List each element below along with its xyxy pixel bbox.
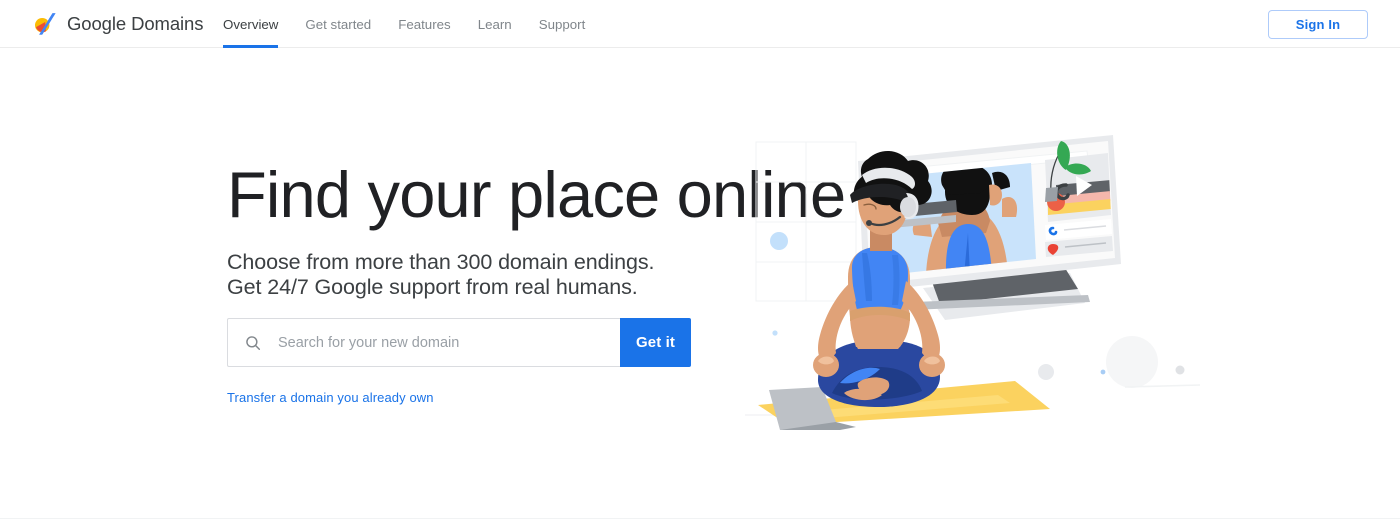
brand-logo-link[interactable]: Google Domains [32,10,204,38]
nav-item-learn[interactable]: Learn [478,0,512,48]
google-domains-logo-icon [32,11,58,37]
hero-copy: Find your place online Choose from more … [227,152,846,299]
nav-item-overview[interactable]: Overview [223,0,279,48]
nav-item-features[interactable]: Features [398,0,450,48]
blue-dot-large [770,232,788,250]
decorative-circle-gray-2 [1175,365,1185,375]
sign-in-label: Sign In [1295,17,1341,32]
get-it-label: Get it [636,334,675,351]
yoga-video-call-illustration [740,125,1200,435]
decorative-circle-pale [1106,336,1158,388]
nav-item-get-started-label: Get started [305,16,372,32]
main-nav: Overview Get started Features Learn Supp… [223,0,612,48]
page-bottom-divider [0,518,1400,519]
domain-search-box[interactable] [227,318,620,367]
site-header: Google Domains Overview Get started Feat… [0,0,1400,48]
background-grid [755,141,857,302]
nav-item-support[interactable]: Support [539,0,586,48]
hero-subtitle-line-2: Get 24/7 Google support from real humans… [227,274,638,299]
page-title: Find your place online [227,158,846,231]
decorative-circle-gray-1 [1038,364,1054,380]
nav-item-overview-label: Overview [223,16,279,32]
get-it-button[interactable]: Get it [620,318,691,367]
search-icon [244,334,262,352]
nav-item-support-label: Support [538,16,586,32]
domain-search-row: Get it [227,318,691,367]
sign-in-button[interactable]: Sign In [1268,10,1368,39]
nav-item-features-label: Features [398,16,451,32]
hero-subtitle: Choose from more than 300 domain endings… [227,250,747,299]
hero-subtitle-line-1: Choose from more than 300 domain endings… [227,250,655,274]
nav-item-get-started[interactable]: Get started [305,0,371,48]
page-root: Google Domains Overview Get started Feat… [0,0,1400,528]
transfer-domain-link[interactable]: Transfer a domain you already own [227,390,434,405]
search-input[interactable] [278,319,620,366]
decorative-dot-blue [1100,369,1106,375]
nav-item-learn-label: Learn [477,16,512,32]
blue-dot-small [772,330,778,336]
brand-name-text: Google Domains [67,13,204,34]
